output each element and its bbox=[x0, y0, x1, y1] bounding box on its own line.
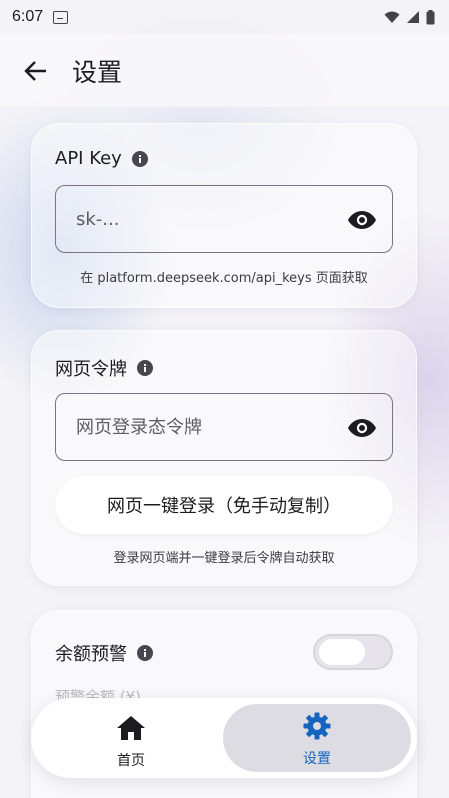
status-indicators bbox=[384, 9, 435, 25]
signal-icon bbox=[407, 11, 419, 23]
visibility-toggle-button[interactable] bbox=[348, 206, 376, 234]
nav-item-settings[interactable]: 设置 bbox=[223, 704, 411, 772]
api-key-title: API Key bbox=[55, 148, 122, 169]
wifi-icon bbox=[384, 11, 400, 23]
page-title: 设置 bbox=[72, 57, 123, 87]
eye-icon bbox=[348, 419, 376, 437]
toggle-knob bbox=[319, 639, 365, 665]
gear-icon bbox=[302, 712, 332, 740]
nav-label-home: 首页 bbox=[117, 753, 145, 769]
nav-item-home[interactable]: 首页 bbox=[37, 704, 225, 772]
web-token-title-row: 网页令牌 bbox=[55, 355, 153, 381]
settings-content: API Key 在 platform.deepseek.com/api_keys… bbox=[0, 110, 449, 798]
nav-label-settings: 设置 bbox=[303, 751, 331, 767]
api-key-field[interactable] bbox=[55, 185, 393, 253]
web-token-hint: 登录网页端并一键登录后令牌自动获取 bbox=[113, 551, 335, 566]
battery-icon bbox=[426, 9, 435, 24]
bottom-navigation: 首页 设置 bbox=[31, 698, 417, 778]
api-key-card: API Key 在 platform.deepseek.com/api_keys… bbox=[31, 123, 417, 308]
back-button[interactable] bbox=[20, 55, 52, 87]
balance-warning-title-row: 余额预警 bbox=[55, 640, 153, 666]
balance-warning-toggle[interactable] bbox=[313, 634, 393, 670]
info-icon[interactable] bbox=[137, 645, 153, 661]
api-key-hint: 在 platform.deepseek.com/api_keys 页面获取 bbox=[80, 271, 368, 286]
status-time: 6:07 bbox=[12, 8, 44, 25]
web-token-field[interactable] bbox=[55, 393, 393, 461]
info-icon[interactable] bbox=[131, 150, 148, 167]
api-key-input[interactable] bbox=[76, 208, 326, 230]
api-key-title-row: API Key bbox=[55, 148, 148, 169]
status-bar: 6:07 bbox=[0, 0, 449, 34]
notification-icon bbox=[53, 10, 69, 24]
web-token-input[interactable] bbox=[76, 416, 326, 438]
home-icon bbox=[116, 714, 146, 742]
info-icon[interactable] bbox=[137, 360, 153, 376]
web-login-button[interactable]: 网页一键登录（免手动复制） bbox=[55, 476, 393, 534]
balance-warning-title: 余额预警 bbox=[55, 644, 127, 665]
arrow-back-icon bbox=[24, 60, 46, 81]
top-app-bar: 设置 bbox=[0, 34, 449, 108]
web-token-title: 网页令牌 bbox=[55, 359, 127, 380]
web-token-card: 网页令牌 网页一键登录（免手动复制） 登录网页端并一键登录后令牌自动获取 bbox=[31, 330, 417, 586]
eye-icon bbox=[348, 211, 376, 229]
visibility-toggle-button[interactable] bbox=[348, 414, 376, 442]
